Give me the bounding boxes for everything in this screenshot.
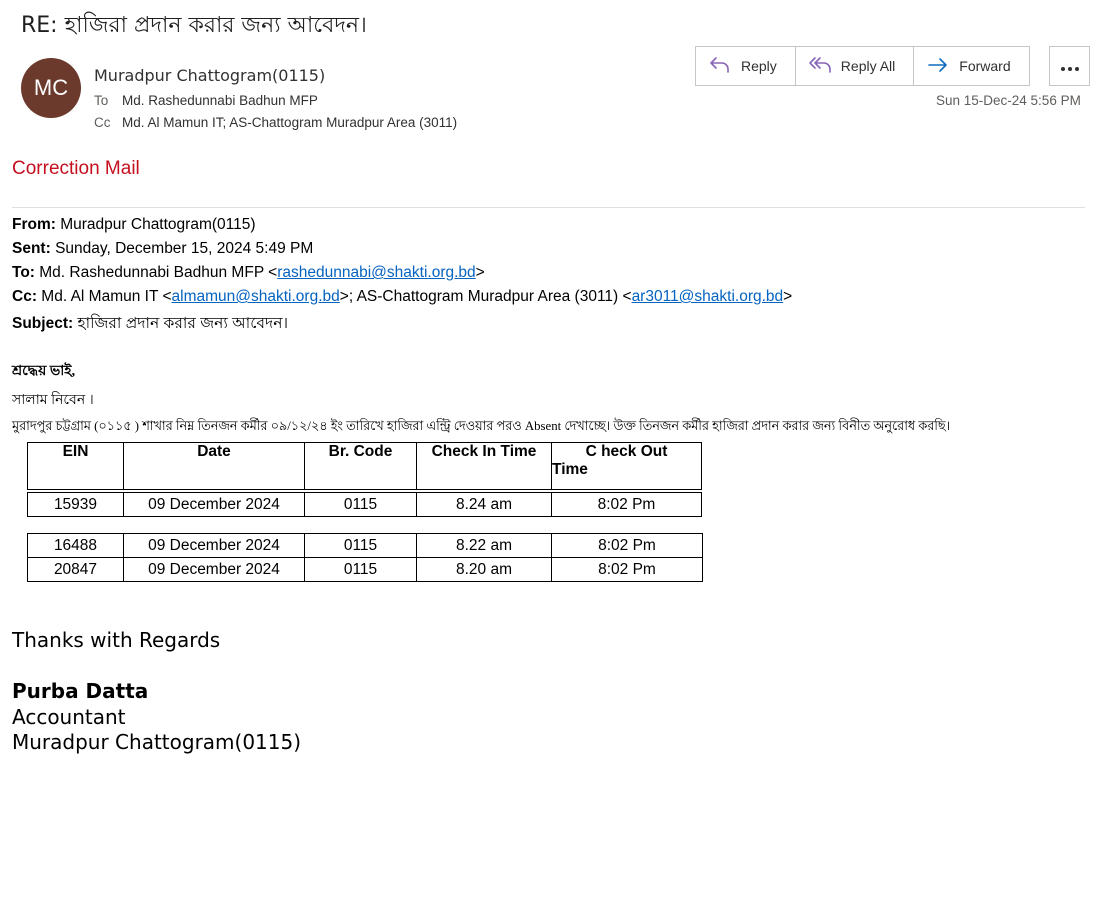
quoted-sent: Sent: Sunday, December 15, 2024 5:49 PM <box>12 240 313 258</box>
cell-date: 09 December 2024 <box>123 533 305 558</box>
table-row: 16488 09 December 2024 0115 8.22 am 8:02… <box>27 533 703 558</box>
quoted-to: To: Md. Rashedunnabi Badhun MFP <rashedu… <box>12 264 485 282</box>
to-label-quoted: To: <box>12 264 35 281</box>
cell-ein: 15939 <box>27 492 124 517</box>
to-email-link[interactable]: rashedunnabi@shakti.org.bd <box>277 264 475 281</box>
sent-value: Sunday, December 15, 2024 5:49 PM <box>55 240 314 257</box>
to-close: > <box>475 264 485 281</box>
signature-branch: Muradpur Chattogram(0115) <box>12 730 302 754</box>
from-value: Muradpur Chattogram(0115) <box>60 216 256 233</box>
cell-ein: 20847 <box>27 557 124 582</box>
cell-date: 09 December 2024 <box>123 557 305 582</box>
quoted-from: From: Muradpur Chattogram(0115) <box>12 216 256 234</box>
cc-label-quoted: Cc: <box>12 288 37 305</box>
cc-mid: >; AS-Chattogram Muradpur Area (3011) < <box>339 288 632 305</box>
attendance-table-rows: 16488 09 December 2024 0115 8.22 am 8:02… <box>27 533 703 582</box>
forward-icon <box>926 55 950 78</box>
table-header-row: EIN Date Br. Code Check In Time C heck O… <box>27 442 702 490</box>
from-label: From: <box>12 216 56 233</box>
more-actions-button[interactable] <box>1049 46 1090 86</box>
message-actions: Reply Reply All Forward <box>695 46 1030 86</box>
attendance-table-header: EIN Date Br. Code Check In Time C heck O… <box>27 442 702 490</box>
cc-email-link-1[interactable]: almamun@shakti.org.bd <box>172 288 340 305</box>
reply-all-icon <box>808 55 832 78</box>
cell-check-in: 8.24 am <box>416 492 552 517</box>
table-row: 20847 09 December 2024 0115 8.20 am 8:02… <box>27 557 703 582</box>
salutation: সালাম নিবেন । <box>12 393 94 408</box>
message-subject: RE: হাজিরা প্রদান করার জন্য আবেদন। <box>21 13 367 38</box>
cc-recipients[interactable]: Md. Al Mamun IT; AS-Chattogram Muradpur … <box>122 115 457 130</box>
greeting: শ্রদ্ধেয় ভাই, <box>12 364 76 379</box>
cc-email-link-2[interactable]: ar3011@shakti.org.bd <box>632 288 784 305</box>
reply-all-label: Reply All <box>840 58 896 74</box>
signature-name: Purba Datta <box>12 679 149 703</box>
table-row: 15939 09 December 2024 0115 8.24 am 8:02… <box>27 492 702 517</box>
cell-check-in: 8.22 am <box>416 533 552 558</box>
to-recipient[interactable]: Md. Rashedunnabi Badhun MFP <box>122 93 318 108</box>
sender-name[interactable]: Muradpur Chattogram(0115) <box>94 66 325 85</box>
quoted-subject: Subject: হাজিরা প্রদান করার জন্য আবেদন। <box>12 311 288 337</box>
quoted-cc: Cc: Md. Al Mamun IT <almamun@shakti.org.… <box>12 288 792 306</box>
subject-label: Subject: <box>12 315 74 332</box>
cc-close: > <box>783 288 793 305</box>
signature-title: Accountant <box>12 705 126 729</box>
reply-all-button[interactable]: Reply All <box>796 47 915 85</box>
subject-value: হাজিরা প্রদান করার জন্য আবেদন। <box>77 315 288 332</box>
attendance-table-row-1: 15939 09 December 2024 0115 8.24 am 8:02… <box>27 492 702 517</box>
cell-check-out: 8:02 Pm <box>551 492 702 517</box>
header-check-in: Check In Time <box>416 442 552 490</box>
avatar-initials: MC <box>33 75 69 100</box>
cell-check-in: 8.20 am <box>416 557 552 582</box>
cell-check-out: 8:02 Pm <box>551 557 703 582</box>
header-date: Date <box>123 442 305 490</box>
reply-button[interactable]: Reply <box>696 47 796 85</box>
cc-label: Cc <box>94 115 111 130</box>
reply-icon <box>708 55 732 78</box>
header-check-out-line1: C heck Out <box>585 443 668 460</box>
cell-ein: 16488 <box>27 533 124 558</box>
closing-thanks: Thanks with Regards <box>12 628 221 652</box>
divider <box>12 207 1085 208</box>
request-paragraph: মুরাদপুর চট্টগ্রাম (০১১৫ ) শাখার নিম্ন ত… <box>12 419 951 433</box>
cell-br-code: 0115 <box>304 533 417 558</box>
cc-row: Cc Md. Al Mamun IT; AS-Chattogram Muradpu… <box>94 115 457 130</box>
header-br-code: Br. Code <box>304 442 417 490</box>
message-timestamp: Sun 15-Dec-24 5:56 PM <box>936 93 1081 108</box>
header-check-out-line2: Time <box>552 461 588 478</box>
reply-label: Reply <box>741 58 777 74</box>
cell-br-code: 0115 <box>304 557 417 582</box>
cc-name1: Md. Al Mamun IT < <box>41 288 172 305</box>
sender-avatar[interactable]: MC <box>21 58 81 118</box>
to-name: Md. Rashedunnabi Badhun MFP < <box>39 264 278 281</box>
cell-check-out: 8:02 Pm <box>551 533 703 558</box>
sent-label: Sent: <box>12 240 51 257</box>
to-row: To Md. Rashedunnabi Badhun MFP <box>94 93 318 108</box>
forward-label: Forward <box>959 58 1011 74</box>
header-check-out: C heck Out Time <box>551 442 702 490</box>
correction-label: Correction Mail <box>12 158 140 179</box>
to-label: To <box>94 93 109 108</box>
forward-button[interactable]: Forward <box>914 47 1028 85</box>
more-horizontal-icon <box>1060 57 1080 76</box>
cell-date: 09 December 2024 <box>123 492 305 517</box>
cell-br-code: 0115 <box>304 492 417 517</box>
header-ein: EIN <box>27 442 124 490</box>
